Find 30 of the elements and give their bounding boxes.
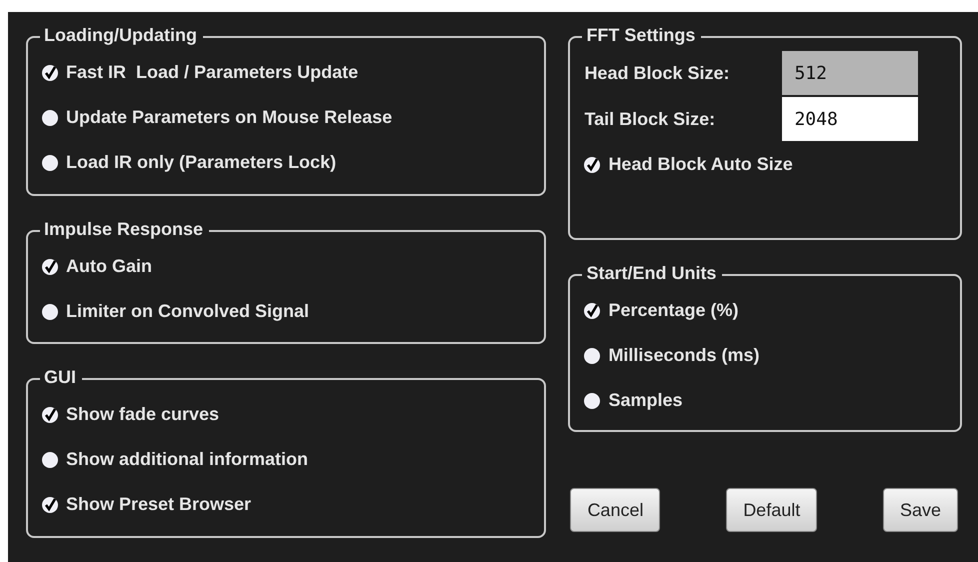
option-label: Head Block Auto Size <box>608 154 793 175</box>
option-label: Update Parameters on Mouse Release <box>66 107 392 128</box>
checked-checkbox[interactable] <box>42 64 58 80</box>
option-label: Load IR only (Parameters Lock) <box>66 152 336 173</box>
option-label: Fast IR Load / Parameters Update <box>66 62 358 83</box>
dialog-button[interactable]: Cancel <box>570 488 660 532</box>
field-label: Tail Block Size: <box>584 108 716 130</box>
option-label: Percentage (%) <box>608 300 738 321</box>
option-label: Show Preset Browser <box>66 494 252 515</box>
checked-checkbox[interactable] <box>42 406 58 422</box>
checked-checkbox[interactable] <box>584 156 600 172</box>
unchecked-checkbox[interactable] <box>42 110 58 126</box>
option-label: Show fade curves <box>66 404 220 425</box>
option-label: Samples <box>608 390 682 411</box>
checked-checkbox[interactable] <box>42 258 58 274</box>
option-label: Show additional information <box>66 449 308 470</box>
unchecked-checkbox[interactable] <box>42 304 58 320</box>
unchecked-checkbox[interactable] <box>584 348 600 364</box>
option-label: Limiter on Convolved Signal <box>66 301 310 322</box>
option-label: Auto Gain <box>66 256 152 277</box>
unchecked-checkbox[interactable] <box>42 452 58 468</box>
input-field[interactable]: 2048 <box>782 97 918 141</box>
field-label: Head Block Size: <box>584 62 730 84</box>
unchecked-checkbox[interactable] <box>42 154 58 170</box>
option-label: Milliseconds (ms) <box>608 345 760 366</box>
dialog-button[interactable]: Default <box>726 488 818 532</box>
dialog-button[interactable]: Save <box>882 488 958 532</box>
checked-checkbox[interactable] <box>584 302 600 318</box>
unchecked-checkbox[interactable] <box>584 392 600 408</box>
checked-checkbox[interactable] <box>42 496 58 512</box>
